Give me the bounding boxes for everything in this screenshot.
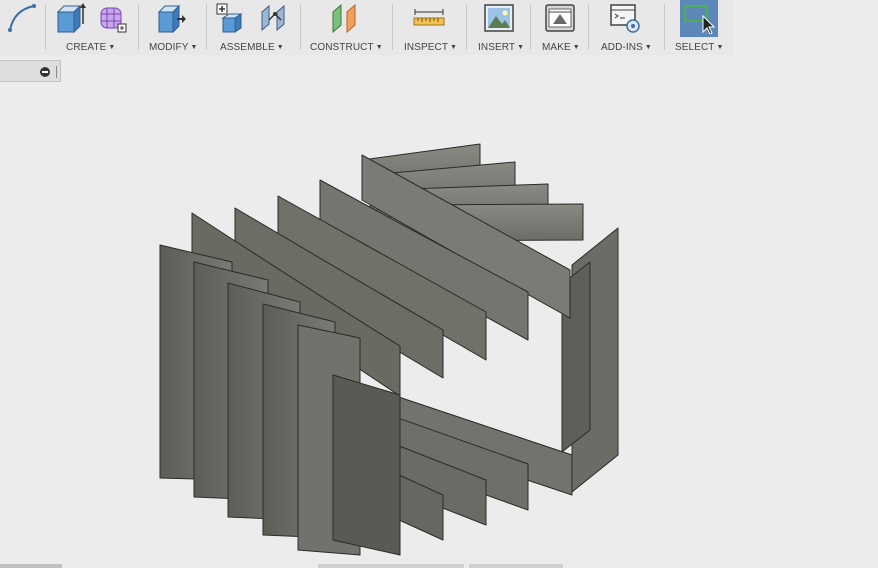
press-pull-icon[interactable] [155, 2, 187, 34]
heat-sink-model[interactable] [159, 143, 619, 556]
construct-group[interactable]: CONSTRUCT ▼ [301, 0, 391, 55]
joint-icon[interactable] [259, 2, 291, 34]
3d-print-icon[interactable] [544, 2, 576, 34]
form-mesh-icon[interactable] [96, 2, 128, 34]
sketch-arc-icon[interactable] [6, 2, 38, 34]
collapse-panel-icon[interactable] [40, 67, 50, 77]
construct-menu-label[interactable]: CONSTRUCT ▼ [310, 42, 383, 53]
modify-group[interactable]: MODIFY ▼ [139, 0, 205, 55]
dropdown-caret-icon: ▼ [572, 44, 580, 51]
modify-label: MODIFY [149, 42, 189, 53]
assemble-group[interactable]: ASSEMBLE ▼ [207, 0, 299, 55]
measure-ruler-icon[interactable] [413, 2, 445, 34]
assemble-label: ASSEMBLE [220, 42, 275, 53]
addins-label: ADD-INS [601, 42, 643, 53]
new-component-icon[interactable] [215, 2, 247, 34]
dropdown-caret-icon: ▼ [450, 44, 458, 51]
toolbar: CREATE ▼ MODIFY ▼ ASSEMBLE ▼ CONSTRUCT ▼… [0, 0, 734, 55]
extrude-box-icon[interactable] [54, 2, 86, 34]
make-menu-label[interactable]: MAKE ▼ [542, 42, 580, 53]
create-group[interactable]: CREATE ▼ [46, 0, 136, 55]
dropdown-caret-icon: ▼ [190, 44, 198, 51]
inspect-group[interactable]: INSPECT ▼ [393, 0, 465, 55]
insert-label: INSERT [478, 42, 516, 53]
select-label: SELECT [675, 42, 715, 53]
insert-menu-label[interactable]: INSERT ▼ [478, 42, 524, 53]
dropdown-caret-icon: ▼ [375, 44, 383, 51]
bottom-panel-edge [0, 564, 62, 568]
dropdown-caret-icon: ▼ [716, 44, 724, 51]
create-menu-label[interactable]: CREATE ▼ [66, 42, 115, 53]
dropdown-caret-icon: ▼ [644, 44, 652, 51]
panel-grip-handle[interactable] [56, 66, 57, 78]
insert-group[interactable]: INSERT ▼ [467, 0, 529, 55]
select-group[interactable]: SELECT ▼ [665, 0, 734, 55]
construct-label: CONSTRUCT [310, 42, 374, 53]
insert-image-icon[interactable] [483, 2, 515, 34]
dropdown-caret-icon: ▼ [108, 44, 116, 51]
sketch-group [0, 0, 44, 55]
scripts-addins-icon[interactable] [609, 2, 641, 34]
addins-group[interactable]: ADD-INS ▼ [589, 0, 663, 55]
inspect-menu-label[interactable]: INSPECT ▼ [404, 42, 457, 53]
select-window-icon[interactable] [683, 2, 715, 34]
inspect-label: INSPECT [404, 42, 449, 53]
modify-menu-label[interactable]: MODIFY ▼ [149, 42, 198, 53]
dropdown-caret-icon: ▼ [276, 44, 284, 51]
select-menu-label[interactable]: SELECT ▼ [675, 42, 724, 53]
bottom-tab-strip[interactable] [469, 564, 563, 568]
canvas-viewport[interactable] [0, 82, 878, 568]
bottom-tab-strip[interactable] [318, 564, 464, 568]
offset-plane-icon[interactable] [329, 2, 361, 34]
browser-panel-collapsed[interactable] [0, 60, 61, 82]
make-group[interactable]: MAKE ▼ [531, 0, 587, 55]
addins-menu-label[interactable]: ADD-INS ▼ [601, 42, 652, 53]
assemble-menu-label[interactable]: ASSEMBLE ▼ [220, 42, 284, 53]
create-label: CREATE [66, 42, 107, 53]
dropdown-caret-icon: ▼ [517, 44, 525, 51]
make-label: MAKE [542, 42, 571, 53]
model-front-frame-inner [332, 374, 401, 556]
